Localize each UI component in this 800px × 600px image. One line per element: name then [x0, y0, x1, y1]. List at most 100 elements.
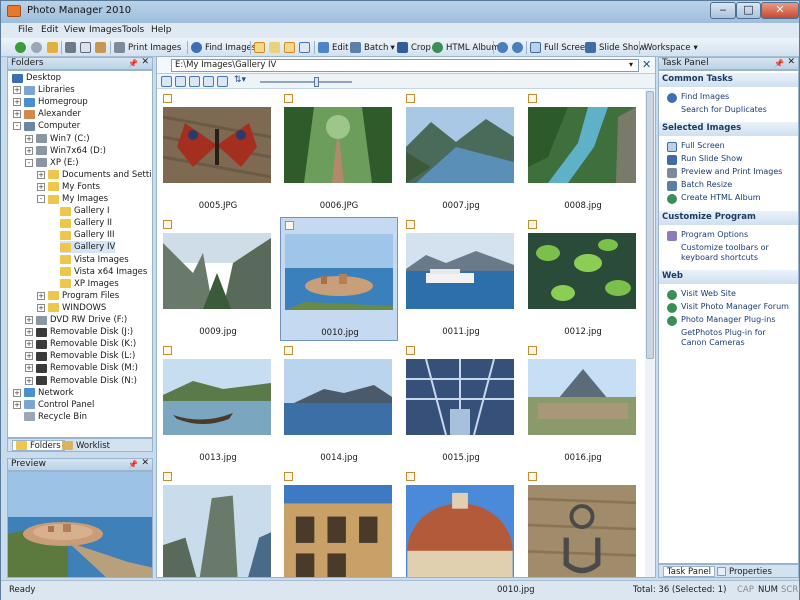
- expand-icon[interactable]: +: [13, 388, 21, 397]
- thumbnail-item[interactable]: 0015.jpg: [402, 343, 520, 467]
- tree-item[interactable]: Gallery III: [60, 229, 115, 241]
- menu-file[interactable]: File: [18, 25, 33, 35]
- workspace-button[interactable]: Workspace ▾: [644, 40, 698, 55]
- tree-item[interactable]: + Removable Disk (L:): [25, 350, 135, 362]
- view-preview-icon[interactable]: [284, 42, 295, 53]
- rotate-left-icon[interactable]: [497, 42, 508, 53]
- view-list-icon[interactable]: [189, 76, 200, 87]
- forward-icon[interactable]: [31, 42, 42, 53]
- print-images-button[interactable]: Print Images: [114, 40, 181, 55]
- tree-item[interactable]: + My Fonts: [37, 181, 100, 193]
- thumbnail-item[interactable]: [524, 469, 642, 577]
- view-details-icon[interactable]: [203, 76, 214, 87]
- expand-icon[interactable]: +: [37, 170, 45, 179]
- thumbnail-item[interactable]: 0010.jpg: [280, 217, 398, 341]
- task-plugins[interactable]: Photo Manager Plug-ins: [667, 315, 776, 326]
- pin-icon[interactable]: 📌: [128, 58, 138, 69]
- tree-item[interactable]: + Homegroup: [13, 96, 88, 108]
- collapse-icon[interactable]: -: [25, 158, 33, 167]
- expand-icon[interactable]: +: [25, 328, 33, 337]
- folder-up-icon[interactable]: [47, 42, 58, 53]
- sort-icon[interactable]: ⇅▾: [234, 75, 246, 85]
- pin-icon[interactable]: 📌: [128, 459, 138, 470]
- thumbnail-item[interactable]: [280, 469, 398, 577]
- chevron-down-icon[interactable]: ▾: [629, 60, 633, 69]
- tree-item[interactable]: - XP (E:): [25, 157, 79, 169]
- tree-item[interactable]: + Documents and Settings: [37, 169, 152, 181]
- collapse-icon[interactable]: -: [13, 122, 21, 131]
- task-program-options[interactable]: Program Options: [667, 230, 748, 241]
- tab-worklist[interactable]: Worklist: [62, 440, 110, 451]
- task-preview-print[interactable]: Preview and Print Images: [667, 167, 782, 178]
- task-visit-web-site[interactable]: Visit Web Site: [667, 289, 736, 300]
- tree-item[interactable]: - Computer: [13, 120, 80, 132]
- tree-item[interactable]: + Network: [13, 387, 74, 399]
- thumbnail-item[interactable]: 0013.jpg: [159, 343, 277, 467]
- tab-folders[interactable]: Folders: [12, 440, 65, 451]
- expand-icon[interactable]: +: [37, 291, 45, 300]
- close-icon[interactable]: ✕: [642, 58, 651, 71]
- expand-icon[interactable]: +: [25, 352, 33, 361]
- expand-icon[interactable]: +: [37, 182, 45, 191]
- task-visit-forum[interactable]: Visit Photo Manager Forum: [667, 302, 789, 313]
- close-pane-icon[interactable]: ✕: [141, 57, 149, 68]
- task-batch-resize[interactable]: Batch Resize: [667, 180, 732, 191]
- task-run-slide-show[interactable]: Run Slide Show: [667, 154, 743, 165]
- expand-icon[interactable]: +: [25, 146, 33, 155]
- edit-button[interactable]: Edit: [318, 40, 348, 55]
- close-pane-icon[interactable]: ✕: [141, 458, 149, 469]
- view-single-icon[interactable]: [299, 42, 310, 53]
- rotate-right-icon[interactable]: [512, 42, 523, 53]
- view-folders-icon[interactable]: [254, 42, 265, 53]
- view-large-icon[interactable]: [161, 76, 172, 87]
- task-full-screen[interactable]: Full Screen: [667, 141, 725, 152]
- thumbnail-item[interactable]: [159, 469, 277, 577]
- view-filmstrip-icon[interactable]: [217, 76, 228, 87]
- tree-item[interactable]: + Win7x64 (D:): [25, 145, 106, 157]
- menu-view[interactable]: View: [64, 25, 85, 35]
- task-find-images[interactable]: Find Images: [667, 92, 729, 103]
- expand-icon[interactable]: +: [13, 110, 21, 119]
- thumbnail-item[interactable]: 0006.JPG: [280, 91, 398, 215]
- scrollbar-thumb[interactable]: [646, 91, 654, 359]
- tree-item[interactable]: Desktop: [12, 72, 61, 84]
- close-pane-icon[interactable]: ✕: [787, 57, 795, 68]
- expand-icon[interactable]: +: [13, 400, 21, 409]
- vertical-scrollbar[interactable]: [645, 89, 655, 577]
- tree-item[interactable]: + Libraries: [13, 84, 75, 96]
- tree-item[interactable]: + Program Files: [37, 290, 119, 302]
- minimize-button[interactable]: ‒: [710, 2, 736, 19]
- tree-item[interactable]: + Win7 (C:): [25, 133, 90, 145]
- task-create-html-album[interactable]: Create HTML Album: [667, 193, 761, 204]
- thumbnail-item[interactable]: 0016.jpg: [524, 343, 642, 467]
- slide-show-button[interactable]: Slide Show: [585, 40, 645, 55]
- thumbnail-item[interactable]: 0005.JPG: [159, 91, 277, 215]
- thumbnail-item[interactable]: 0007.jpg: [402, 91, 520, 215]
- expand-icon[interactable]: +: [25, 134, 33, 143]
- tree-item[interactable]: + Control Panel: [13, 399, 94, 411]
- expand-icon[interactable]: +: [37, 303, 45, 312]
- tree-item[interactable]: + WINDOWS: [37, 302, 106, 314]
- collapse-icon[interactable]: -: [37, 195, 45, 203]
- thumbnail-item[interactable]: [402, 469, 520, 577]
- menu-images[interactable]: Images: [89, 25, 122, 35]
- view-thumbnails-icon[interactable]: [269, 42, 280, 53]
- cut-icon[interactable]: [65, 42, 76, 53]
- close-button[interactable]: ✕: [761, 2, 799, 19]
- menu-help[interactable]: Help: [151, 25, 172, 35]
- copy-icon[interactable]: [80, 42, 91, 53]
- batch-button[interactable]: Batch ▾: [350, 40, 395, 55]
- thumbnail-item[interactable]: 0014.jpg: [280, 343, 398, 467]
- expand-icon[interactable]: +: [25, 340, 33, 349]
- full-screen-button[interactable]: Full Screen: [530, 40, 590, 55]
- expand-icon[interactable]: +: [25, 316, 33, 324]
- tab-task-panel[interactable]: Task Panel: [663, 566, 715, 577]
- menu-edit[interactable]: Edit: [41, 25, 58, 35]
- maximize-button[interactable]: □: [736, 2, 761, 19]
- tree-item[interactable]: + Removable Disk (N:): [25, 375, 137, 387]
- tree-item[interactable]: + Removable Disk (K:): [25, 338, 136, 350]
- back-icon[interactable]: [15, 42, 26, 53]
- address-input[interactable]: E:\My Images\Gallery IV: [171, 59, 639, 72]
- task-getphotos-plugin[interactable]: GetPhotos Plug-in for Canon Cameras: [681, 328, 793, 348]
- tree-item[interactable]: Vista x64 Images: [60, 266, 147, 278]
